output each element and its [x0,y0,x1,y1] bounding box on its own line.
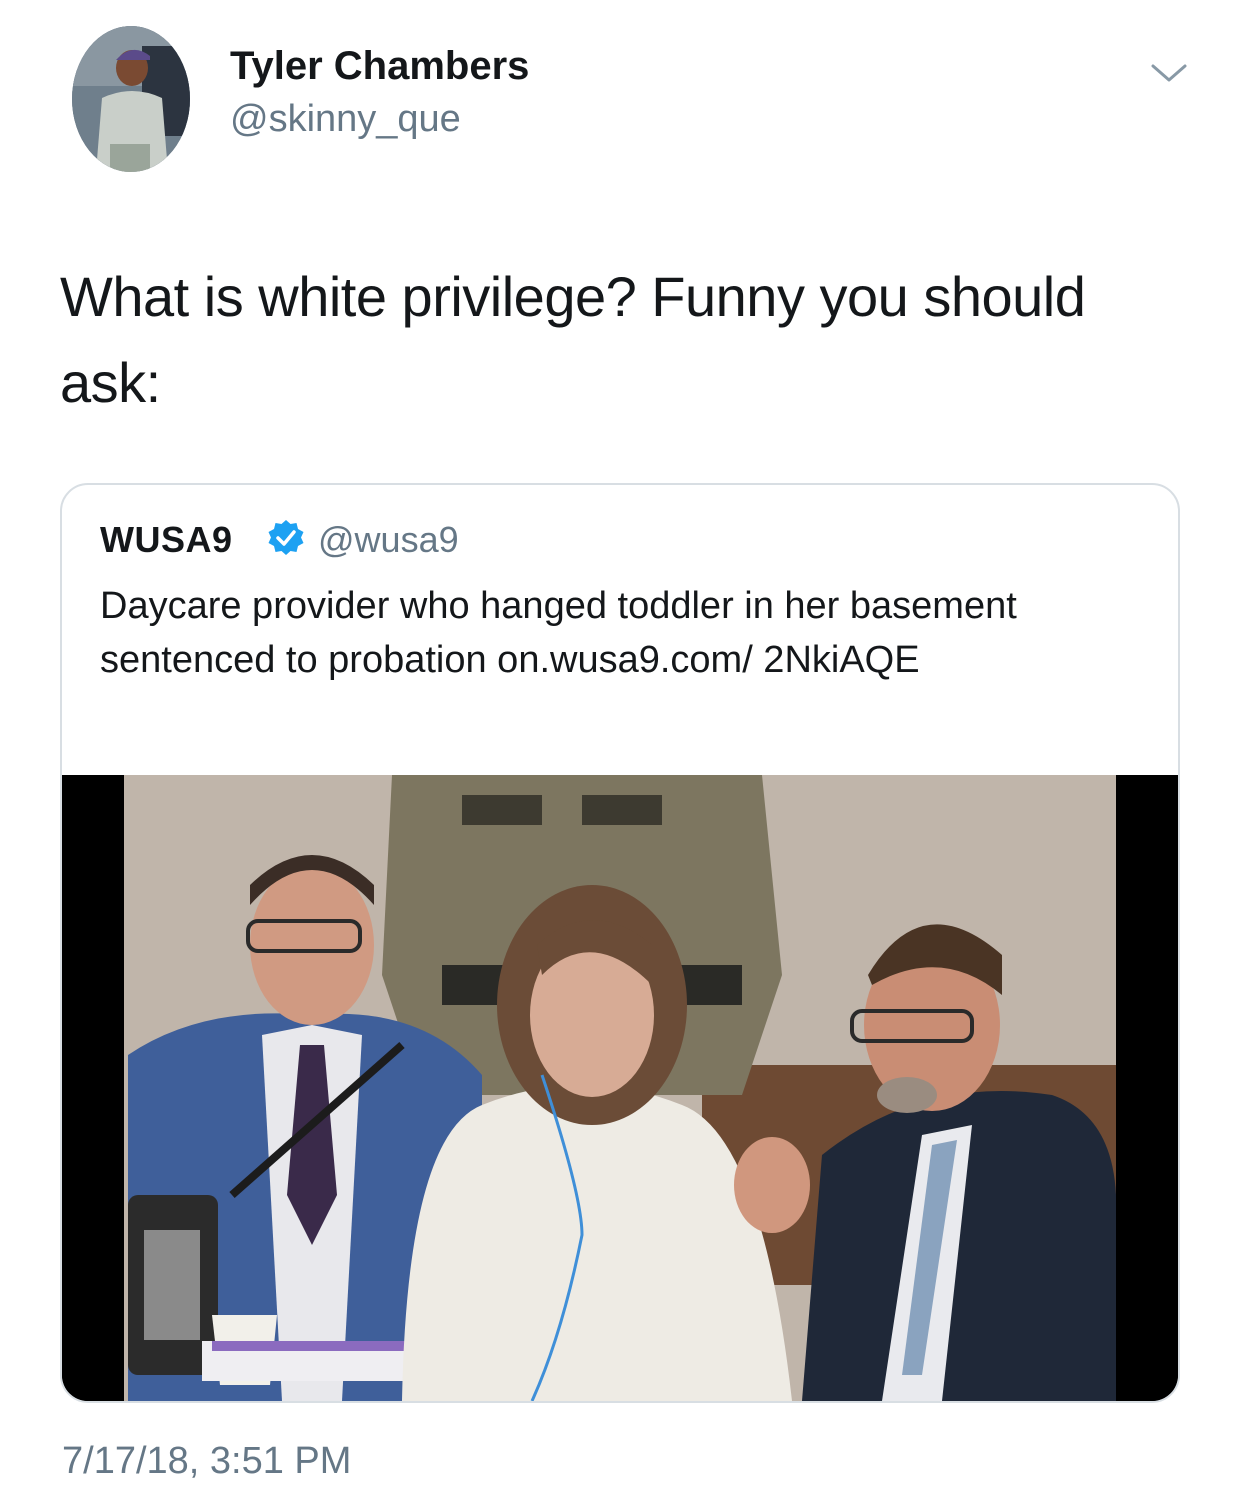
quoted-author-handle: @wusa9 [318,519,459,560]
verified-badge-icon [266,518,306,558]
chevron-down-icon[interactable] [1150,58,1188,88]
avatar[interactable] [72,26,190,172]
author-handle[interactable]: @skinny_que [230,98,461,141]
tweet-timestamp[interactable]: 7/17/18, 3:51 PM [62,1440,351,1483]
quoted-tweet[interactable]: WUSA9 @wusa9 Daycare provider who hanged… [60,483,1180,1403]
tweet-text: What is white privilege? Funny you shoul… [60,265,1086,414]
quoted-tweet-text: Daycare provider who hanged toddler in h… [100,585,1017,681]
quoted-author-name: WUSA9 [100,519,233,560]
quoted-photo[interactable] [62,775,1178,1401]
author-name[interactable]: Tyler Chambers [230,44,529,89]
